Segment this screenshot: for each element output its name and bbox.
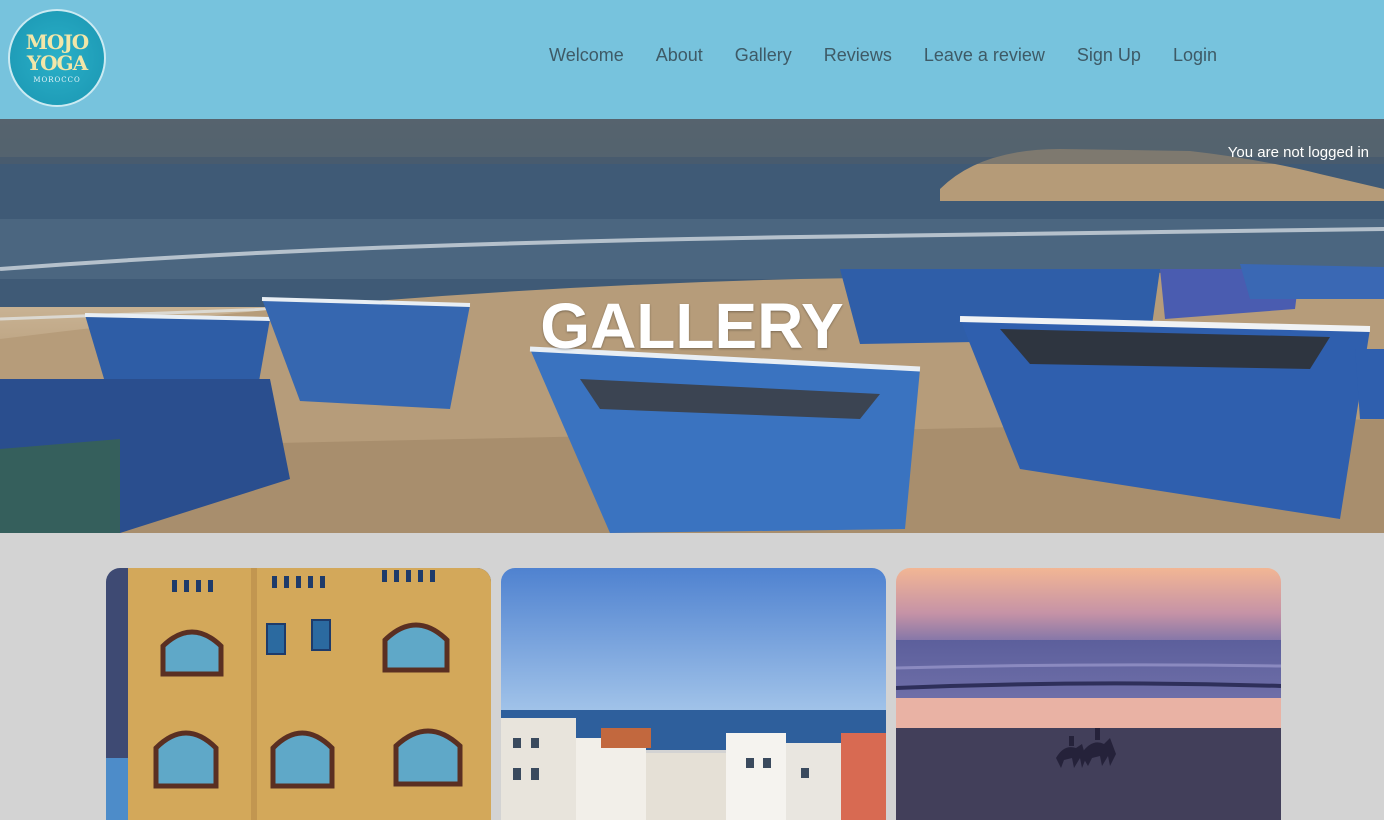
- page-title: GALLERY: [540, 290, 844, 362]
- nav-about[interactable]: About: [656, 45, 703, 66]
- gallery-image-building[interactable]: [106, 568, 491, 820]
- nav-sign-up[interactable]: Sign Up: [1077, 45, 1141, 66]
- main-nav: Welcome About Gallery Reviews Leave a re…: [549, 45, 1217, 66]
- gallery-image-town-view[interactable]: [501, 568, 886, 820]
- gallery-image-sunset-camels[interactable]: [896, 568, 1281, 820]
- mojo-yoga-logo[interactable]: MOJO YOGA MOROCCO: [8, 9, 106, 107]
- login-status-text: You are not logged in: [1227, 144, 1369, 161]
- nav-leave-review[interactable]: Leave a review: [924, 45, 1045, 66]
- logo-line-2: YOGA: [26, 51, 88, 75]
- navbar: MOJO YOGA MOROCCO Welcome About Gallery …: [0, 0, 1384, 119]
- logo-line-3: MOROCCO: [33, 76, 81, 84]
- hero-banner: You are not logged in GALLERY: [0, 119, 1384, 533]
- nav-gallery[interactable]: Gallery: [735, 45, 792, 66]
- logo-line-1: MOJO: [25, 30, 89, 54]
- nav-welcome[interactable]: Welcome: [549, 45, 624, 66]
- nav-login[interactable]: Login: [1173, 45, 1217, 66]
- nav-reviews[interactable]: Reviews: [824, 45, 892, 66]
- gallery-grid: [106, 568, 1282, 820]
